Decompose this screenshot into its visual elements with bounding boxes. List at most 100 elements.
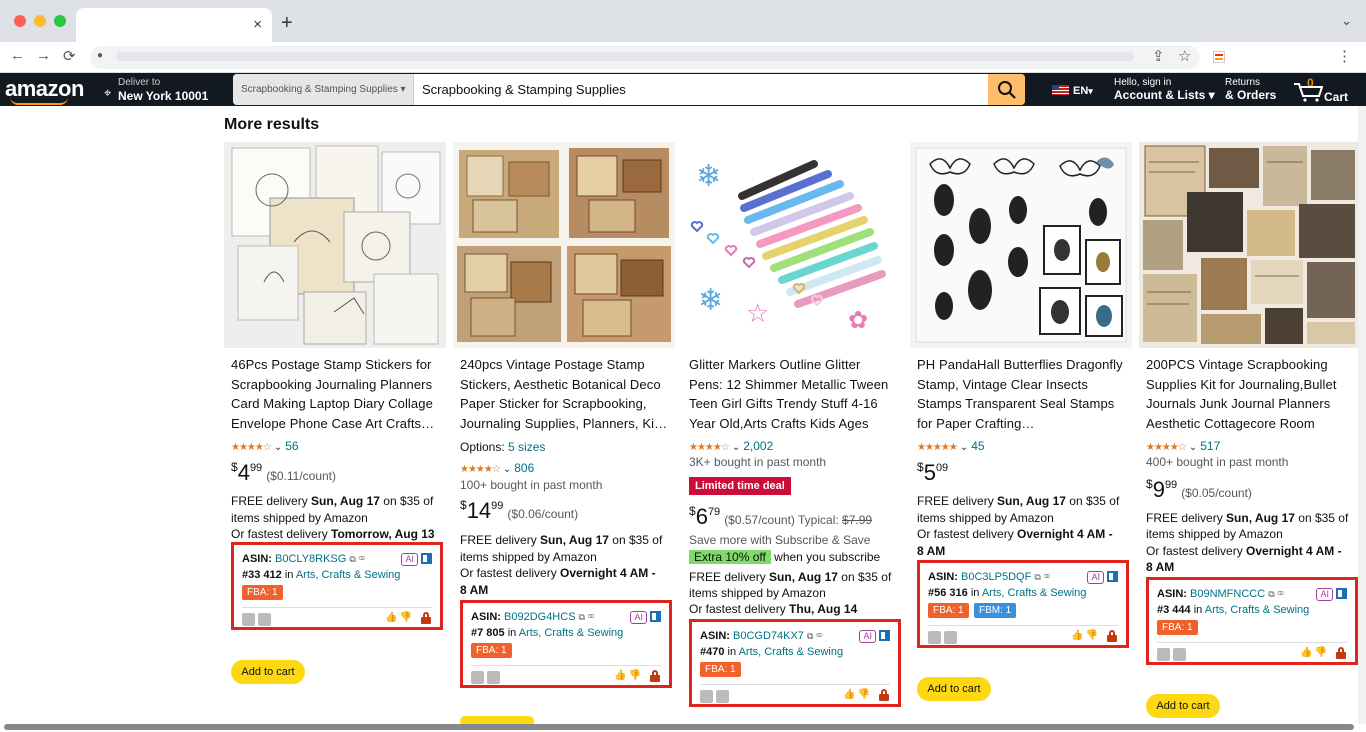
search-category-dropdown[interactable]: Scrapbooking & Stamping Supplies ▾ bbox=[233, 74, 414, 105]
thumbs-icons[interactable]: 👍👎 bbox=[1300, 647, 1329, 658]
vertical-scrollbar-track[interactable] bbox=[1358, 106, 1366, 724]
rank-category[interactable]: Arts, Crafts & Sewing bbox=[296, 569, 401, 581]
ai-badge-icon[interactable]: AI bbox=[1087, 571, 1104, 584]
product-title[interactable]: Glitter Markers Outline Glitter Pens: 12… bbox=[689, 355, 897, 435]
panel-toggle-icon[interactable] bbox=[1336, 588, 1347, 599]
fastest-delivery: Or fastest delivery Tomorrow, Aug 13 bbox=[231, 527, 435, 541]
copy-link-icons[interactable]: ⧉ ⚭ bbox=[1268, 589, 1284, 599]
tab-close-icon[interactable]: × bbox=[253, 16, 262, 33]
product-price[interactable]: $499($0.11/count) bbox=[231, 460, 336, 486]
search-button[interactable] bbox=[988, 74, 1025, 105]
add-to-cart-button[interactable]: Add to cart bbox=[917, 677, 991, 701]
product-rating[interactable]: ★★★★☆ ⌄ 56 bbox=[231, 439, 299, 453]
browser-tab[interactable]: × bbox=[76, 8, 272, 42]
edit-tool-icon[interactable] bbox=[944, 631, 957, 644]
product-image[interactable] bbox=[910, 142, 1132, 348]
panel-toggle-icon[interactable] bbox=[1107, 571, 1118, 582]
account-menu[interactable]: Hello, sign in Account & Lists ▾ bbox=[1114, 77, 1215, 102]
panel-toggle-icon[interactable] bbox=[421, 553, 432, 564]
image-tool-icon[interactable] bbox=[471, 671, 484, 684]
cart-button[interactable]: 0 Cart bbox=[1293, 76, 1353, 104]
asin-value[interactable]: B0CGD74KX7 bbox=[733, 630, 804, 642]
ai-badge-icon[interactable]: AI bbox=[401, 553, 418, 566]
image-tool-icon[interactable] bbox=[1157, 648, 1170, 661]
product-rating[interactable]: ★★★★☆ ⌄ 517 bbox=[1146, 439, 1220, 453]
delivery-info: FREE delivery Sun, Aug 17 on $35 of bbox=[917, 494, 1119, 508]
product-image[interactable]: ❄ ❄ ☆ ✿ bbox=[682, 142, 904, 348]
lock-icon[interactable] bbox=[1107, 630, 1117, 642]
rank-category[interactable]: Arts, Crafts & Sewing bbox=[739, 646, 844, 658]
url-text bbox=[116, 52, 1134, 61]
copy-link-icons[interactable]: ⧉ ⚭ bbox=[807, 631, 823, 641]
product-title[interactable]: 240pcs Vintage Postage Stamp Stickers, A… bbox=[460, 355, 668, 435]
product-image[interactable] bbox=[224, 142, 446, 348]
product-image[interactable] bbox=[1139, 142, 1361, 348]
back-icon[interactable]: ← bbox=[10, 47, 25, 64]
panel-toggle-icon[interactable] bbox=[879, 630, 890, 641]
copy-link-icons[interactable]: ⧉ ⚭ bbox=[349, 554, 365, 564]
tab-search-icon[interactable]: ⌄ bbox=[1341, 13, 1352, 29]
ai-badge-icon[interactable]: AI bbox=[630, 611, 647, 624]
close-window-button[interactable] bbox=[14, 15, 26, 27]
product-price[interactable]: $1499($0.06/count) bbox=[460, 498, 578, 524]
ai-badge-icon[interactable]: AI bbox=[1316, 588, 1333, 601]
product-rating[interactable]: ★★★★☆ ⌄ 2,002 bbox=[689, 439, 773, 453]
image-tool-icon[interactable] bbox=[700, 690, 713, 703]
lock-icon[interactable] bbox=[879, 689, 889, 701]
lock-icon[interactable] bbox=[650, 670, 660, 682]
thumbs-icons[interactable]: 👍👎 bbox=[843, 689, 872, 700]
product-price[interactable]: $509 bbox=[917, 460, 948, 486]
ai-badge-icon[interactable]: AI bbox=[859, 630, 876, 643]
site-info-icon[interactable]: ● bbox=[97, 50, 103, 61]
extension-icon[interactable] bbox=[1213, 51, 1225, 63]
panel-toggle-icon[interactable] bbox=[650, 611, 661, 622]
forward-icon[interactable]: → bbox=[36, 47, 51, 64]
options-value[interactable]: 5 sizes bbox=[508, 440, 545, 454]
product-image[interactable] bbox=[453, 142, 675, 348]
add-to-cart-button[interactable]: Add to cart bbox=[1146, 694, 1220, 718]
browser-menu-icon[interactable]: ⋮ bbox=[1337, 47, 1352, 65]
search-input[interactable]: Scrapbooking & Stamping Supplies bbox=[422, 74, 626, 105]
language-selector[interactable]: EN▾ bbox=[1052, 85, 1093, 97]
reload-icon[interactable]: ⟳ bbox=[63, 47, 76, 65]
fastest-prefix: Or fastest delivery bbox=[917, 527, 1018, 541]
asin-value[interactable]: B092DG4HCS bbox=[504, 611, 576, 623]
edit-tool-icon[interactable] bbox=[258, 613, 271, 626]
product-title[interactable]: 200PCS Vintage Scrapbooking Supplies Kit… bbox=[1146, 355, 1354, 435]
lock-icon[interactable] bbox=[1336, 647, 1346, 659]
maximize-window-button[interactable] bbox=[54, 15, 66, 27]
subscribe-save[interactable]: Save more with Subscribe & Save bbox=[689, 533, 870, 547]
bookmark-star-icon[interactable]: ☆ bbox=[1178, 47, 1191, 65]
asin-value[interactable]: B0C3LP5DQF bbox=[961, 571, 1031, 583]
edit-tool-icon[interactable] bbox=[487, 671, 500, 684]
rank-category[interactable]: Arts, Crafts & Sewing bbox=[519, 627, 624, 639]
product-price[interactable]: $999($0.05/count) bbox=[1146, 477, 1252, 503]
add-to-cart-button[interactable]: Add to cart bbox=[231, 660, 305, 684]
thumbs-icons[interactable]: 👍👎 bbox=[385, 612, 414, 623]
rank-category[interactable]: Arts, Crafts & Sewing bbox=[1205, 604, 1310, 616]
share-icon[interactable]: ⇪ bbox=[1152, 47, 1165, 65]
amazon-nav-bar: amazon ⌖ Deliver to New York 10001 Scrap… bbox=[0, 73, 1366, 106]
thumbs-icons[interactable]: 👍👎 bbox=[614, 670, 643, 681]
product-title[interactable]: PH PandaHall Butterflies Dragonfly Stamp… bbox=[917, 355, 1125, 435]
returns-orders[interactable]: Returns & Orders bbox=[1225, 77, 1276, 102]
asin-value[interactable]: B09NMFNCCC bbox=[1190, 588, 1265, 600]
image-tool-icon[interactable] bbox=[928, 631, 941, 644]
product-title[interactable]: 46Pcs Postage Stamp Stickers for Scrapbo… bbox=[231, 355, 439, 435]
lock-icon[interactable] bbox=[421, 612, 431, 624]
product-rating[interactable]: ★★★★☆ ⌄ 806 bbox=[460, 461, 534, 475]
image-tool-icon[interactable] bbox=[242, 613, 255, 626]
edit-tool-icon[interactable] bbox=[716, 690, 729, 703]
thumbs-icons[interactable]: 👍👎 bbox=[1071, 630, 1100, 641]
product-price[interactable]: $679($0.57/count) Typical: $7.99 bbox=[689, 504, 872, 530]
new-tab-button[interactable]: + bbox=[281, 12, 293, 35]
product-rating[interactable]: ★★★★★ ⌄ 45 bbox=[917, 439, 985, 453]
minimize-window-button[interactable] bbox=[34, 15, 46, 27]
product-image-scrapbook-kit bbox=[1139, 142, 1361, 348]
rank-category[interactable]: Arts, Crafts & Sewing bbox=[982, 587, 1087, 599]
edit-tool-icon[interactable] bbox=[1173, 648, 1186, 661]
asin-value[interactable]: B0CLY8RKSG bbox=[275, 553, 346, 565]
copy-link-icons[interactable]: ⧉ ⚭ bbox=[1034, 572, 1050, 582]
horizontal-scrollbar[interactable] bbox=[4, 724, 1354, 730]
copy-link-icons[interactable]: ⧉ ⚭ bbox=[579, 612, 595, 622]
